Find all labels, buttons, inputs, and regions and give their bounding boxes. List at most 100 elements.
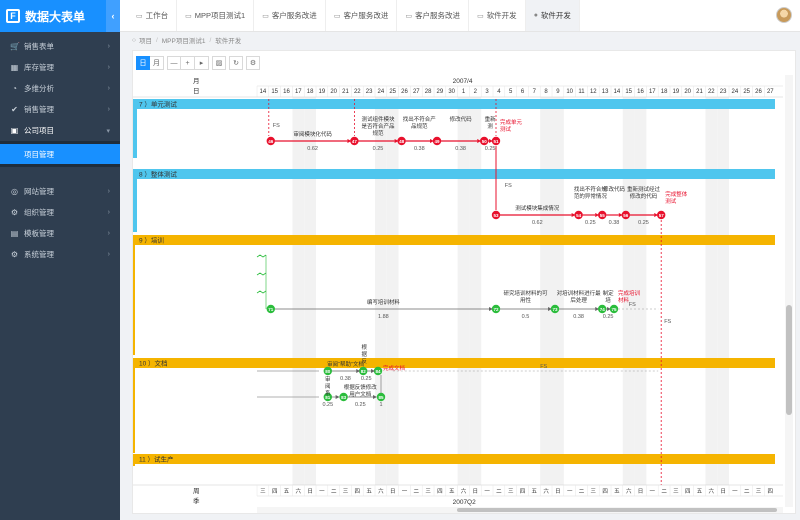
weekday-tick-label: 三 [673,488,679,495]
task-label: 重新 [485,115,497,123]
day-tick-label: 11 [578,89,585,95]
task-duration: 0.25 [322,402,333,408]
task-label: 审 [325,375,331,383]
task-duration: 0.25 [485,146,496,152]
tab-label: 客户服务改进 [415,11,461,20]
zoom-out-button[interactable]: — [167,56,181,70]
task-label: 修改代码 [450,115,473,123]
task-duration: 0.25 [373,146,384,152]
day-tick-label: 22 [708,89,715,95]
task-label: 审阅“帮助”文档 [327,360,364,368]
weekday-tick-label: 二 [744,489,750,495]
task-node-id: 46 [268,139,274,144]
tab-label: MPP项目测试1 [194,11,246,20]
tab-mpp-test[interactable]: ▭ MPP项目测试1 [177,0,255,31]
sidebar-item-label: 多维分析 [24,84,54,93]
image-export-icon[interactable]: ▨ [212,56,226,70]
task-duration: 1.88 [378,314,389,320]
day-view-button[interactable]: 日 [136,56,150,70]
sidebar-item-templates[interactable]: ▤ 模板管理 › [0,223,120,244]
settings-icon[interactable]: ⚙ [246,56,260,70]
sidebar-item-organization[interactable]: ⚙ 组织管理 › [0,202,120,223]
day-tick-label: 18 [307,89,314,95]
day-tick-label: 15 [271,89,278,95]
day-tick-label: 15 [625,89,632,95]
sidebar-item-website[interactable]: ◎ 网站管理 › [0,181,120,202]
sidebar-item-system[interactable]: ⚙ 系统管理 › [0,244,120,265]
day-tick-label: 17 [295,89,302,95]
day-tick-label: 30 [448,89,455,95]
weekday-tick-label: 二 [496,489,502,495]
breadcrumb-item[interactable]: 项目 [139,35,152,45]
monitor-icon: ▭ [136,12,143,20]
sidebar-item-sales-mgmt[interactable]: ✔ 销售管理 › [0,99,120,120]
chevron-right-icon: › [107,209,110,216]
tab-software-1[interactable]: ▭ 软件开发 [469,0,526,31]
weekday-tick-label: 四 [520,488,526,495]
wave-marker [256,254,267,258]
weekday-tick-label: 日 [390,488,396,495]
collapse-sidebar-icon[interactable]: ‹ [106,0,120,32]
group-band [133,169,775,179]
task-node-id: 80 [325,369,331,374]
tab-software-active[interactable]: ● 软件开发 [525,0,580,31]
task-duration: 0.5 [522,314,530,320]
chevron-right-icon: › [107,43,110,50]
task-label: 培 [605,296,611,304]
month-view-button[interactable]: 月 [150,56,164,70]
tab-service-1[interactable]: ▭ 客户服务改进 [254,0,326,31]
tab-service-3[interactable]: ▭ 客户服务改进 [397,0,470,31]
sidebar-item-sales-form[interactable]: 🛒 销售表单 › [0,36,120,57]
group-left-bar [133,109,137,158]
task-node-id: 83 [341,395,347,400]
weekend-shade [386,97,399,487]
zoom-in-button[interactable]: + [181,56,195,70]
breadcrumb-home-icon: ○ [132,36,136,44]
task-label: 找出不符合产 [403,115,437,123]
weekday-tick-label: 二 [331,489,337,495]
day-tick-label: 24 [378,89,385,95]
sidebar-subitem-project-mgmt[interactable]: 项目管理 [0,144,120,164]
weekend-shade [375,97,387,487]
tab-service-2[interactable]: ▭ 客户服务改进 [326,0,398,31]
vertical-scrollbar-thumb[interactable] [786,305,792,415]
weekday-tick-label: 五 [284,488,290,495]
task-duration: 0.25 [355,402,366,408]
group-band [133,454,775,464]
sidebar-item-analysis[interactable]: ◔ 多维分析 › [0,78,120,99]
horizontal-scrollbar-thumb[interactable] [457,508,777,512]
chevron-right-icon: › [107,64,110,71]
sidebar-item-label: 库存管理 [24,63,54,72]
task-node-id: 49 [434,139,440,144]
wave-marker [256,272,267,276]
next-button[interactable]: ▸ [195,56,209,70]
weekday-tick-label: 一 [650,489,656,495]
avatar[interactable] [776,7,792,23]
refresh-icon[interactable]: ↻ [229,56,243,70]
sidebar-item-company-projects[interactable]: ▣ 公司项目 ▾ [0,120,120,141]
weekday-tick-label: 日 [720,488,726,495]
app-logo[interactable]: F 数据大表单 ‹ [0,0,120,32]
weekday-tick-label: 二 [579,489,585,495]
tab-workbench[interactable]: ▭ 工作台 [128,0,178,31]
weekday-tick-label: 六 [626,487,632,495]
sidebar-item-inventory[interactable]: ▦ 库存管理 › [0,57,120,78]
weekday-tick-label: 一 [732,489,738,495]
quarter-row-label: 季 [193,496,200,505]
task-node-id: 72 [493,307,499,312]
task-label: 阅 [325,382,331,390]
task-label: 测 [487,122,493,130]
task-node-id: 74 [600,307,606,312]
breadcrumb-item[interactable]: MPP项目测试1 [162,35,206,45]
chevron-down-icon: ▾ [106,127,110,135]
day-tick-label: 27 [413,89,420,95]
day-tick-label: 29 [437,89,444,95]
task-label: 根 [361,343,367,351]
weekday-tick-label: 四 [768,488,774,495]
logo-mark-icon: F [6,9,20,23]
weekday-tick-label: 二 [661,489,667,495]
task-label: 品规范 [411,122,428,130]
settings-icon: ⚙ [10,250,19,259]
day-tick-label: 26 [755,89,762,95]
task-label: 测试 [665,197,677,205]
